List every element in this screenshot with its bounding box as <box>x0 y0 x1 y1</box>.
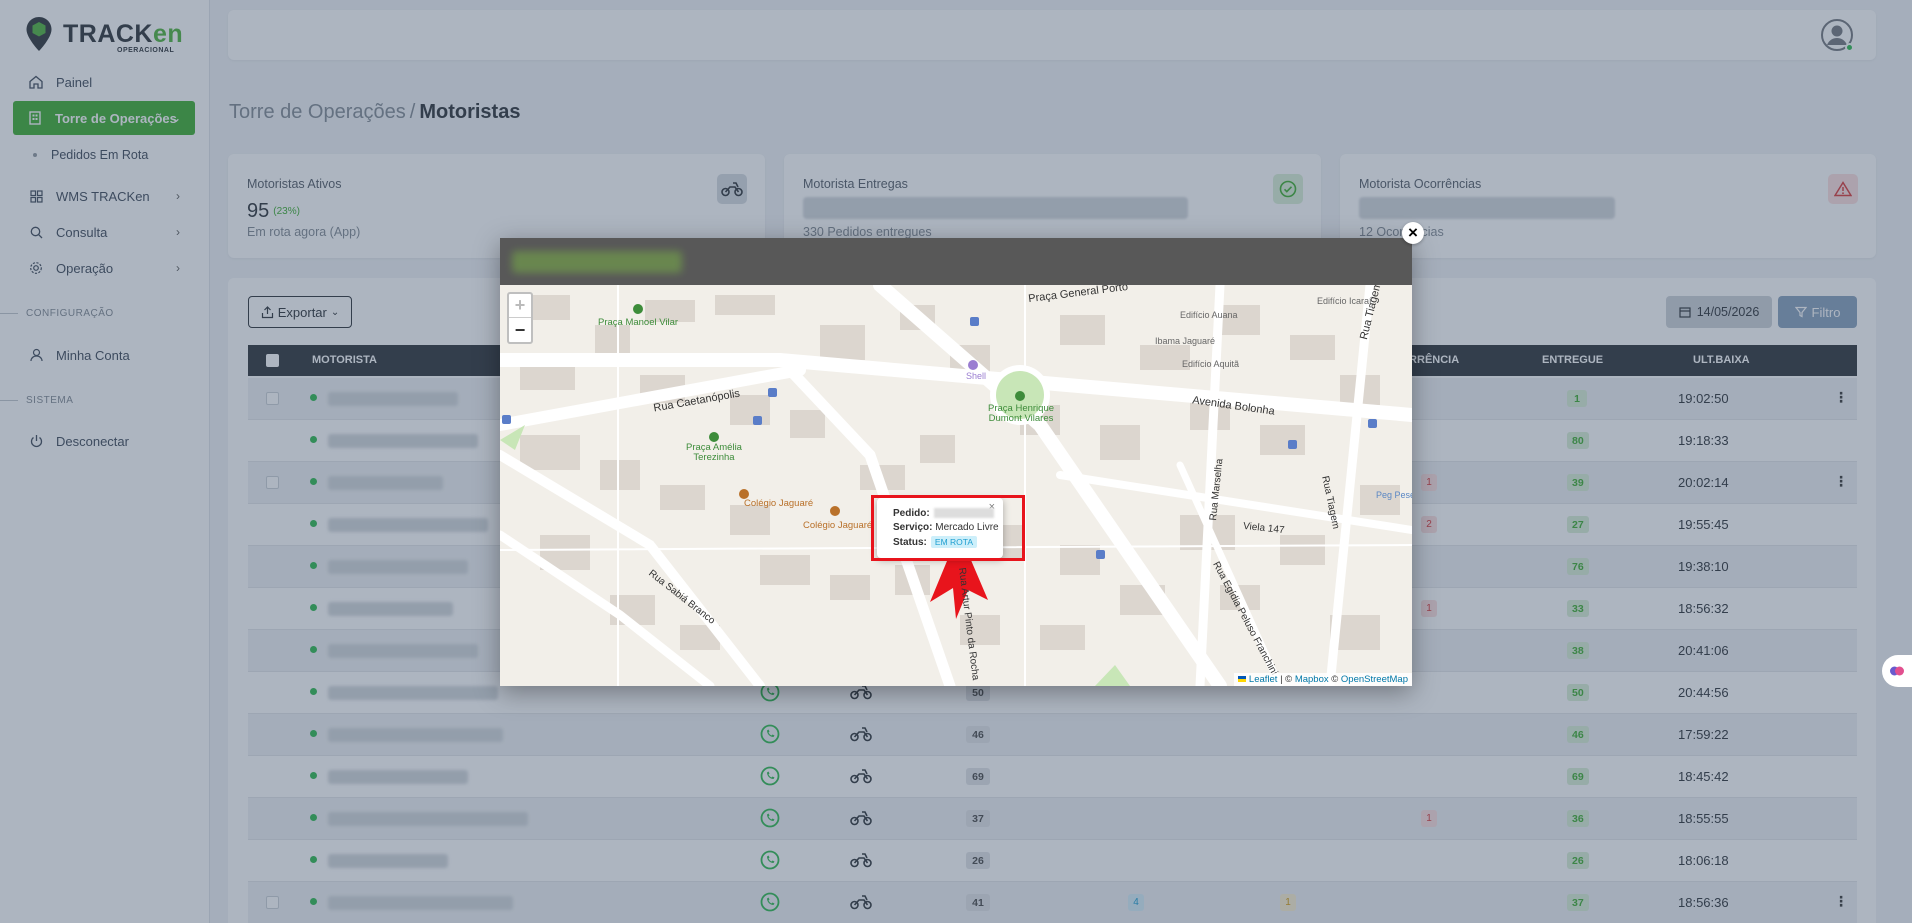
map-attribution: Leaflet | © Mapbox © OpenStreetMap <box>1234 673 1412 686</box>
map-label: Praça Manoel Vilar <box>598 317 679 328</box>
zoom-in-button[interactable]: + <box>509 294 531 318</box>
ukraine-flag-icon <box>1238 676 1247 683</box>
map-label: Praça Amélia Terezinha <box>686 442 742 463</box>
map-label: Edifício Icaraí <box>1317 296 1372 306</box>
map-tiles <box>500 285 1412 686</box>
attribution-separator: | © <box>1280 674 1293 685</box>
map-label: Colégio Jaguaré <box>803 520 873 531</box>
map-label: Edifício Aquitã <box>1182 359 1240 369</box>
modal-header <box>500 238 1412 285</box>
zoom-out-button[interactable]: − <box>509 318 531 342</box>
mapbox-link[interactable]: Mapbox <box>1295 674 1329 685</box>
osm-link[interactable]: OpenStreetMap <box>1341 674 1408 685</box>
modal-title-redacted <box>512 251 682 273</box>
map-label: Praça Henrique Dumont Vilares <box>988 403 1055 424</box>
map[interactable]: Praça General Porto Praça Manoel Vilar E… <box>500 285 1412 686</box>
popup-highlight-box <box>871 495 1025 561</box>
map-modal: Praça General Porto Praça Manoel Vilar E… <box>500 238 1412 686</box>
map-label: Peg Pese <box>1376 490 1412 500</box>
zoom-control: + − <box>507 292 533 344</box>
brain-icon <box>1890 666 1904 676</box>
map-label: Ibama Jaguaré <box>1155 336 1216 346</box>
map-label: Colégio Jaguaré <box>744 498 814 509</box>
map-label: Shell <box>966 371 987 381</box>
leaflet-link[interactable]: Leaflet <box>1249 674 1278 685</box>
map-label: Edifício Auana <box>1180 310 1238 320</box>
modal-close-button[interactable]: × <box>1402 222 1424 244</box>
extension-launcher[interactable] <box>1882 655 1912 687</box>
